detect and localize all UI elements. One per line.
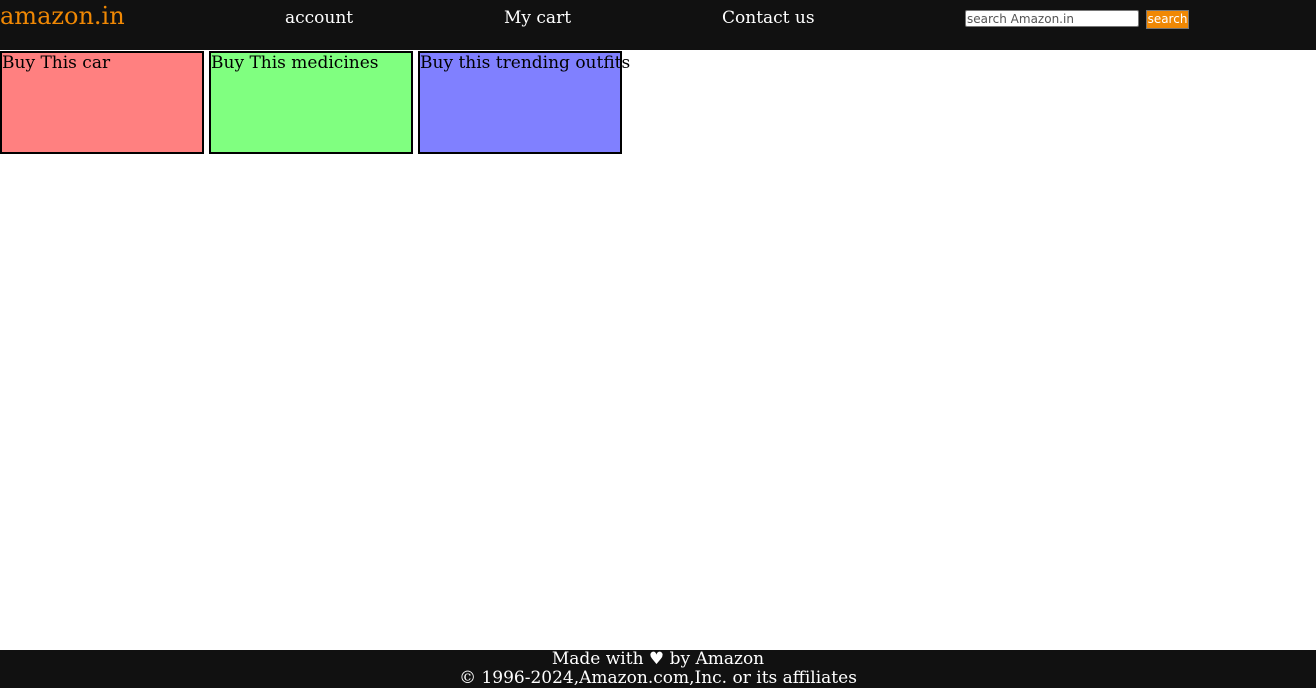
card-medicines-label: Buy This medicines: [211, 53, 379, 73]
card-outfits-label: Buy this trending outfits: [420, 53, 631, 73]
footer-copyright: © 1996-2024,Amazon.com,Inc. or its affil…: [459, 668, 857, 688]
amazon-logo[interactable]: amazon.in: [0, 1, 125, 31]
nav-cart-link[interactable]: My cart: [504, 8, 571, 28]
footer-made-with: Made with ♥ by Amazon: [551, 649, 765, 669]
nav-account-link[interactable]: account: [285, 8, 353, 28]
nav-contact-link[interactable]: Contact us: [722, 8, 815, 28]
top-navbar: amazon.in account My cart Contact us sea…: [0, 0, 1316, 50]
search-button[interactable]: search: [1146, 10, 1189, 29]
search-input[interactable]: [965, 10, 1139, 27]
card-car-label: Buy This car: [2, 53, 111, 73]
page-footer: Made with ♥ by Amazon © 1996-2024,Amazon…: [0, 650, 1316, 688]
card-medicines[interactable]: Buy This medicines: [209, 51, 413, 154]
card-car[interactable]: Buy This car: [0, 51, 204, 154]
card-outfits[interactable]: Buy this trending outfits: [418, 51, 631, 154]
